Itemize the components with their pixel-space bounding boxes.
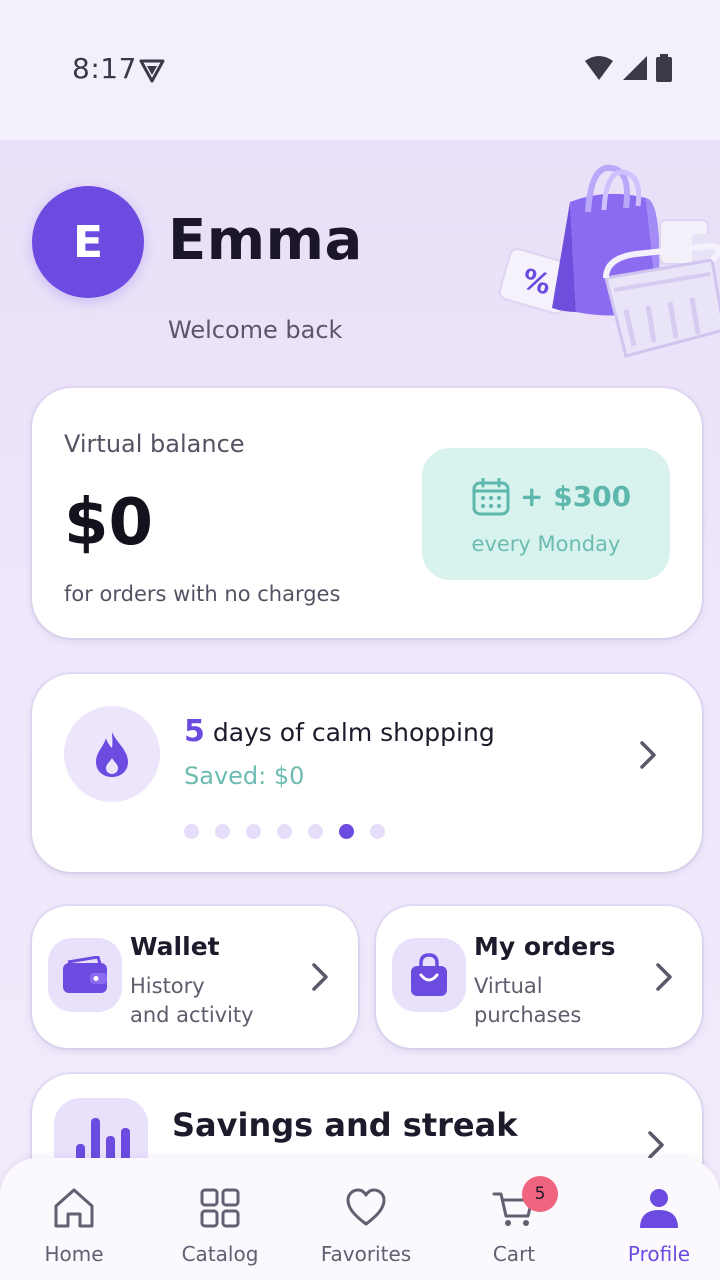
nav-profile-label: Profile [627, 1242, 691, 1266]
calendar-icon [472, 478, 510, 516]
streak-title: 5 days of calm shopping [184, 714, 495, 749]
balance-note: for orders with no charges [64, 582, 341, 606]
flame-icon [96, 732, 128, 777]
savings-title: Savings and streak [172, 1106, 518, 1144]
balance-label: Virtual balance [64, 430, 245, 458]
virtual-balance-card[interactable]: Virtual balance $0 for orders with no ch… [32, 388, 702, 638]
wallet-card[interactable]: Wallet History and activity [32, 906, 358, 1048]
streak-progress-dots [184, 824, 385, 839]
saved-amount: Saved: $0 [184, 762, 305, 790]
nav-profile[interactable]: Profile [589, 1186, 720, 1266]
home-icon [54, 1188, 94, 1228]
flame-badge [64, 706, 160, 802]
chevron-right-icon[interactable] [310, 962, 330, 992]
avatar[interactable]: E [32, 186, 144, 298]
nav-catalog[interactable]: Catalog [150, 1186, 290, 1266]
cart-badge: 5 [522, 1176, 558, 1212]
streak-dot [246, 824, 261, 839]
nav-favorites-label: Favorites [320, 1242, 412, 1266]
orders-subtitle: Virtual purchases [474, 972, 654, 1030]
weekly-bonus-panel: + $300 every Monday [422, 448, 670, 580]
nav-catalog-label: Catalog [181, 1242, 259, 1266]
wallet-subtitle-line1: History [130, 974, 205, 998]
heart-icon [346, 1188, 386, 1226]
wallet-subtitle-line2: and activity [130, 1003, 254, 1027]
chevron-right-icon[interactable] [654, 962, 674, 992]
wifi-icon [585, 56, 613, 80]
nav-cart[interactable]: 5 Cart [444, 1176, 584, 1266]
streak-dot [277, 824, 292, 839]
my-orders-card[interactable]: My orders Virtual purchases [376, 906, 702, 1048]
streak-dot [339, 824, 354, 839]
bottom-navigation: Home Catalog Favorites 5 Cart Profile [0, 1158, 720, 1280]
wallet-subtitle: History and activity [130, 972, 310, 1030]
status-time: 8:17 [72, 52, 137, 85]
orders-title: My orders [474, 932, 616, 961]
bonus-schedule: every Monday [471, 532, 621, 556]
bag-icon [411, 953, 447, 996]
shopping-streak-card[interactable]: 5 days of calm shopping Saved: $0 [32, 674, 702, 872]
streak-dot [184, 824, 199, 839]
wallet-icon-tile [48, 938, 122, 1012]
battery-icon [656, 54, 672, 82]
streak-text: days of calm shopping [204, 718, 495, 747]
chevron-right-icon[interactable] [646, 1130, 666, 1160]
status-bar: 8:17 [0, 0, 720, 140]
shopping-illustration: % [498, 164, 720, 358]
wallet-title: Wallet [130, 932, 220, 961]
nav-home[interactable]: Home [4, 1186, 144, 1266]
streak-dot [215, 824, 230, 839]
wallet-icon [63, 956, 107, 993]
signal-icon [623, 56, 647, 80]
nav-cart-label: Cart [492, 1242, 536, 1266]
chevron-right-icon[interactable] [638, 740, 658, 770]
bag-icon-tile [392, 938, 466, 1012]
balance-value: $0 [64, 486, 154, 560]
orders-subtitle-line2: purchases [474, 1003, 582, 1027]
bonus-amount: + $300 [520, 480, 632, 513]
nav-home-label: Home [44, 1242, 104, 1266]
user-name: Emma [168, 208, 363, 273]
streak-dot [308, 824, 323, 839]
status-icons [584, 54, 672, 82]
orders-subtitle-line1: Virtual [474, 974, 543, 998]
catalog-icon [200, 1188, 240, 1228]
streak-count: 5 [184, 714, 205, 749]
welcome-text: Welcome back [168, 316, 343, 344]
streak-dot [370, 824, 385, 839]
nav-favorites[interactable]: Favorites [296, 1186, 436, 1266]
person-icon [640, 1189, 678, 1228]
vpn-shield-icon [139, 59, 165, 83]
